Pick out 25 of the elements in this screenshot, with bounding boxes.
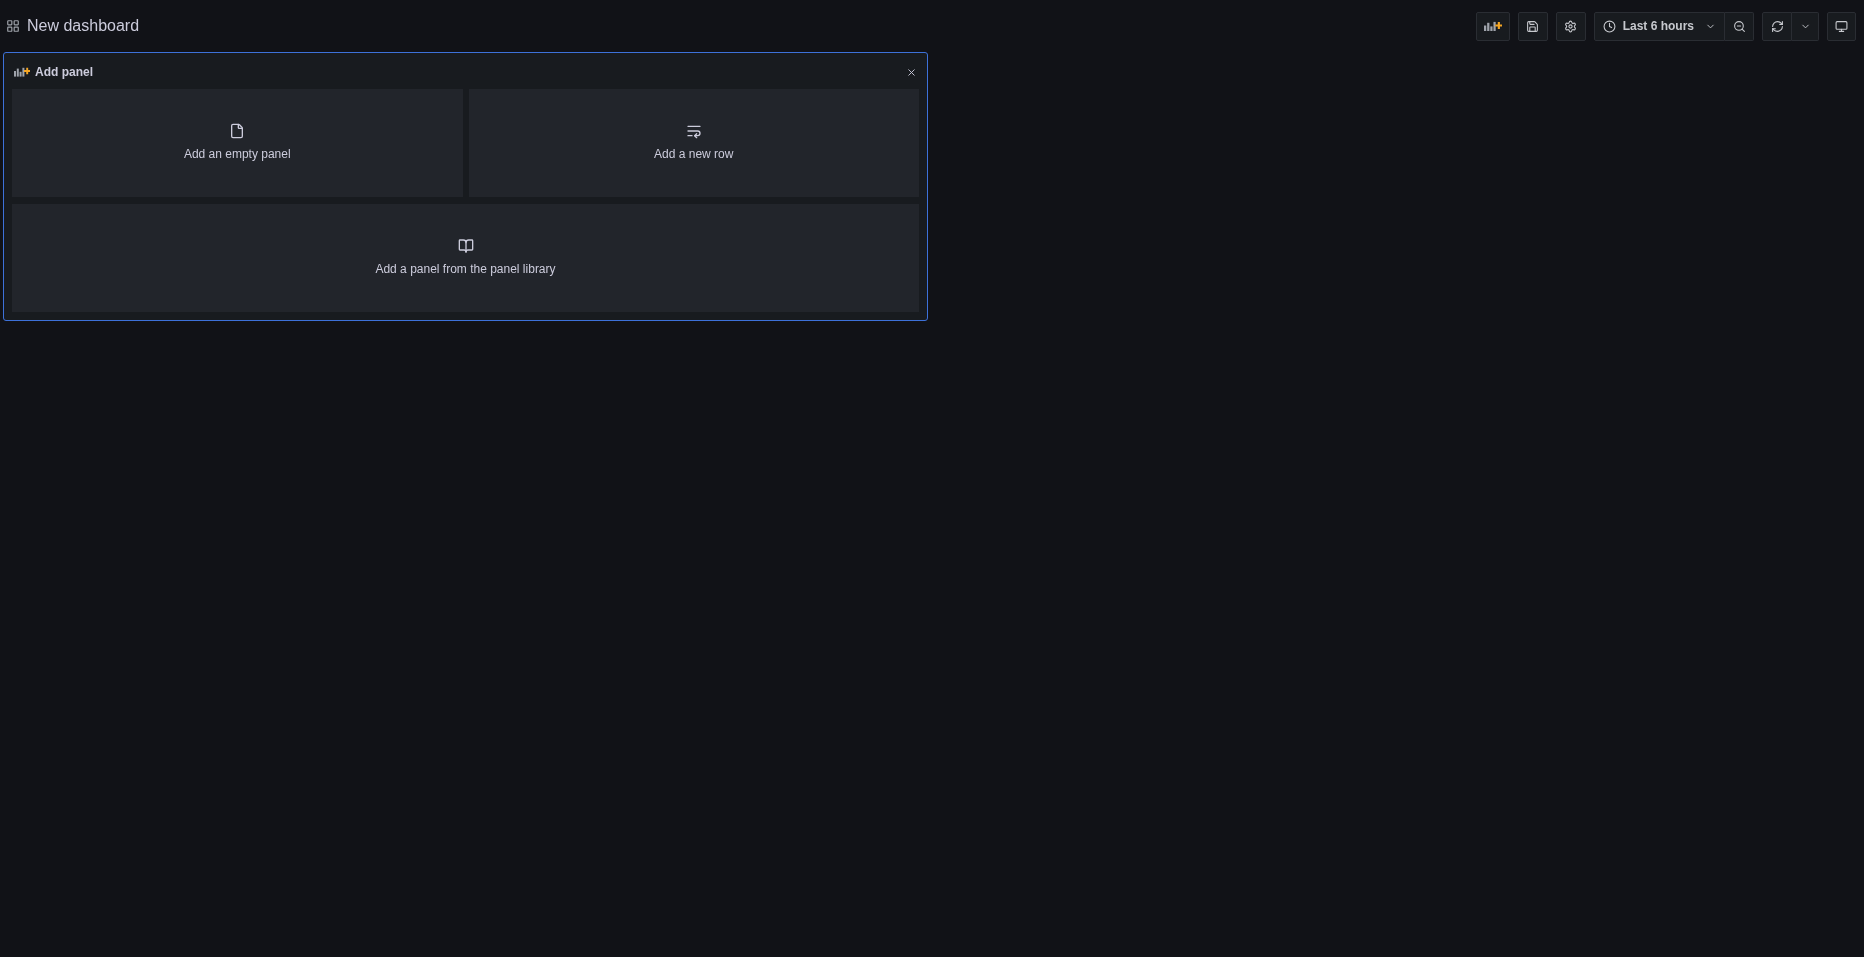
- save-button[interactable]: [1517, 11, 1548, 41]
- book-icon: [457, 238, 474, 254]
- tv-mode-button[interactable]: [1827, 11, 1856, 41]
- time-range-picker[interactable]: Last 6 hours: [1593, 11, 1725, 41]
- document-icon: [229, 123, 246, 139]
- zoom-out-button[interactable]: [1725, 11, 1754, 41]
- add-option-tile[interactable]: Add an empty panel: [12, 89, 463, 197]
- monitor-icon: [1835, 19, 1848, 33]
- refresh-icon: [1770, 19, 1784, 33]
- panel-title: Add panel: [35, 64, 93, 81]
- settings-button[interactable]: [1555, 11, 1586, 41]
- zoom-out-icon: [1732, 19, 1746, 33]
- add-option-tile[interactable]: Add a panel from the panel library: [12, 204, 919, 312]
- dashboard-title: New dashboard: [27, 16, 140, 36]
- grid-icon: [6, 19, 20, 33]
- refresh-button[interactable]: [1762, 11, 1792, 41]
- clock-icon: [1602, 19, 1616, 33]
- wrap-lines-icon: [685, 123, 702, 139]
- add-panel-button[interactable]: [1475, 11, 1510, 41]
- bar-chart-plus-icon: [1483, 20, 1502, 32]
- settings-icon: [1564, 19, 1578, 33]
- bar-chart-plus-icon: [14, 67, 30, 77]
- add-option-tile[interactable]: Add a new row: [468, 89, 919, 197]
- save-icon: [1526, 19, 1540, 33]
- close-icon: [905, 66, 917, 78]
